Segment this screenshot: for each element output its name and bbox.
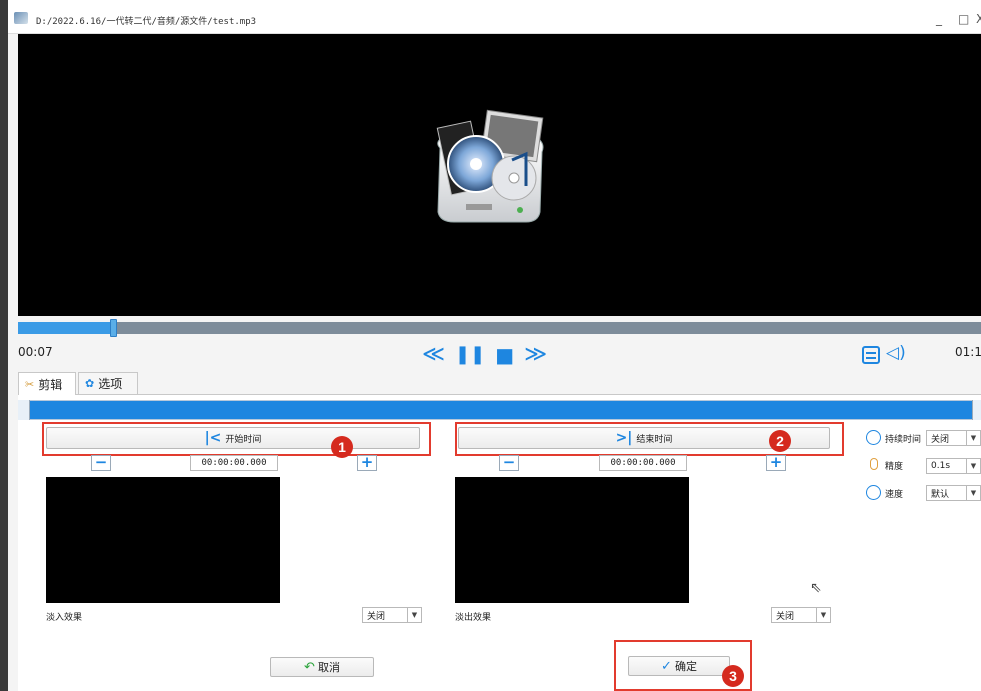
speedometer-icon [866,485,881,500]
annotation-badge-1: 1 [331,436,353,458]
tab-trim[interactable]: ✂ 剪辑 [18,372,76,395]
stop-button[interactable]: ■ [495,342,514,368]
current-time: 00:07 [18,345,53,359]
format-factory-logo-icon [436,109,544,223]
speed-label: 速度 [885,490,904,500]
seek-handle[interactable] [110,319,118,337]
close-button[interactable]: X [976,12,981,26]
end-plus-button[interactable]: + [766,455,786,471]
chevron-down-icon: ▼ [966,459,980,473]
clock-icon [866,430,881,445]
annotation-box-start [42,422,431,456]
chevron-down-icon: ▼ [816,608,830,622]
rewind-button[interactable]: ≪ [422,342,445,368]
precision-label: 精度 [885,462,904,472]
forward-button[interactable]: ≫ [524,342,547,368]
end-minus-button[interactable]: − [499,455,519,471]
start-frame-preview [46,477,280,603]
pause-button[interactable]: ❚❚ [455,342,485,368]
fade-out-select[interactable]: 关闭 ▼ [771,607,831,623]
duration-label: 持续时间 [885,435,922,445]
pin-icon [870,458,878,470]
cancel-label: 取消 [317,661,340,674]
fade-out-label: 淡出效果 [455,613,492,623]
total-time: 01:17 [955,345,981,359]
chevron-down-icon: ▼ [966,486,980,500]
seek-progress [18,322,115,334]
playback-controls: ≪ ❚❚ ■ ≫ [422,342,547,368]
trim-end-handle[interactable] [972,400,981,420]
fade-in-value: 关闭 [367,611,386,622]
fade-in-select[interactable]: 关闭 ▼ [362,607,422,623]
settings-sliders-icon[interactable] [862,346,880,364]
maximize-button[interactable]: □ [958,12,969,26]
minimize-button[interactable]: _ [936,12,942,26]
gear-icon: ✿ [85,377,95,390]
tab-options[interactable]: ✿ 选项 [78,372,138,394]
tab-label: 选项 [98,377,123,391]
end-time-field[interactable]: 00:00:00.000 [599,455,687,471]
window-title: D:/2022.6.16/一代转二代/音频/源文件/test.mp3 [36,17,257,27]
start-minus-button[interactable]: − [91,455,111,471]
cancel-button[interactable]: ↶ 取消 [270,657,374,677]
speed-select[interactable]: 默认 ▼ [926,485,981,501]
tab-label: 剪辑 [38,377,63,392]
start-time-field[interactable]: 00:00:00.000 [190,455,278,471]
annotation-badge-3: 3 [722,665,744,687]
trim-range-bar[interactable] [18,400,981,420]
clip-icon: ✂ [25,377,35,391]
title-bar: D:/2022.6.16/一代转二代/音频/源文件/test.mp3 _ □ X [8,0,981,34]
seek-bar[interactable] [18,319,981,337]
undo-icon: ↶ [304,659,315,675]
fade-in-label: 淡入效果 [46,613,83,623]
precision-select[interactable]: 0.1s ▼ [926,458,981,474]
precision-value: 0.1s [931,461,951,471]
chevron-down-icon: ▼ [966,431,980,445]
volume-icon[interactable]: ◁) [886,343,906,363]
annotation-badge-2: 2 [769,430,791,452]
speed-value: 默认 [931,489,950,500]
mouse-cursor-icon: ⇖ [810,580,822,596]
trim-start-handle[interactable] [18,400,30,420]
chevron-down-icon: ▼ [407,608,421,622]
fade-out-value: 关闭 [776,611,795,622]
end-frame-preview [455,477,689,603]
duration-select[interactable]: 关闭 ▼ [926,430,981,446]
start-plus-button[interactable]: + [357,455,377,471]
duration-value: 关闭 [931,434,950,445]
app-icon [14,12,28,24]
